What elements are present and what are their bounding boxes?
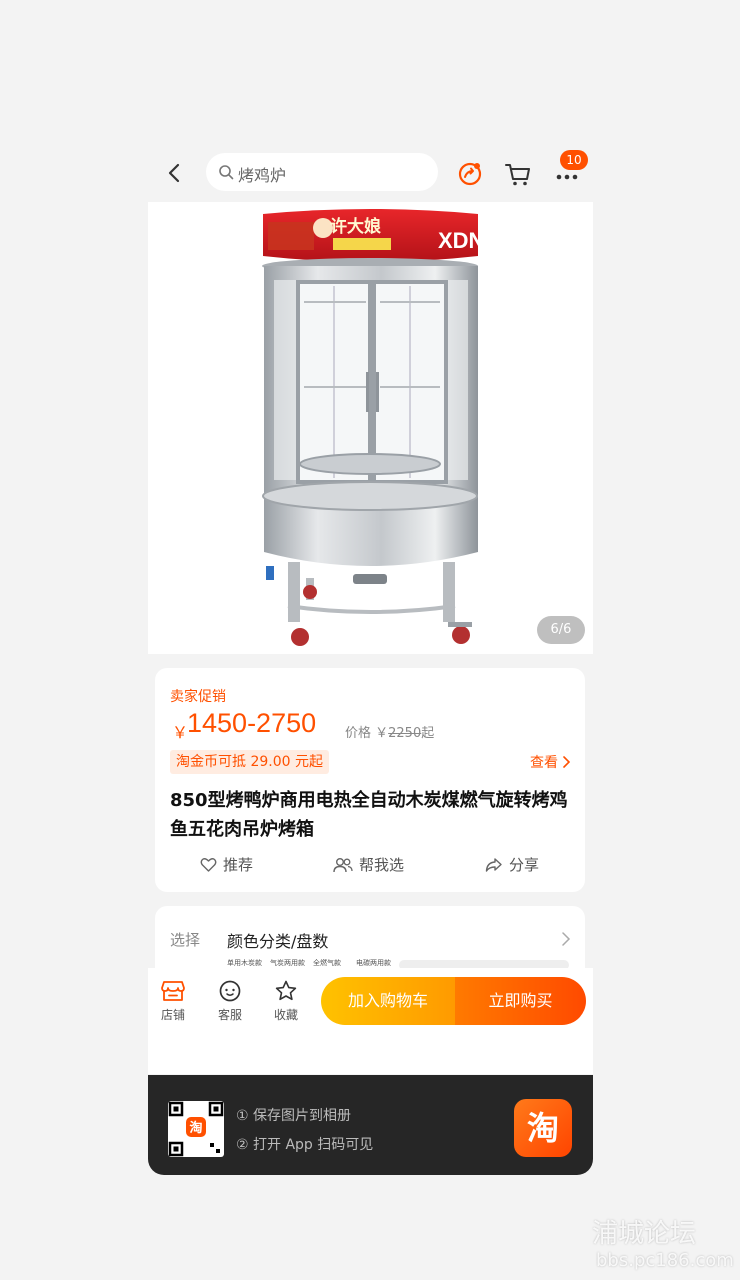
image-counter: 6/6 bbox=[537, 616, 585, 644]
original-price-value: 2250 bbox=[388, 726, 422, 741]
instruction-step-1: ① 保存图片到相册 bbox=[236, 1108, 352, 1124]
watermark-text: 浦城论坛 bbox=[592, 1219, 697, 1249]
product-image[interactable]: 许大娘 XDN 6/6 bbox=[148, 202, 593, 654]
coin-offer-tag: 淘金币可抵 29.00 元起 bbox=[170, 750, 329, 774]
taobao-app-logo: 淘 bbox=[514, 1099, 572, 1157]
cart-icon[interactable] bbox=[504, 160, 532, 188]
store-label: 店铺 bbox=[160, 1008, 185, 1022]
favorite-label: 收藏 bbox=[273, 1008, 298, 1022]
qr-pattern: 淘 bbox=[168, 1101, 224, 1157]
promo-label: 卖家促销 bbox=[170, 689, 226, 705]
original-price: 价格 ￥2250起 bbox=[345, 722, 434, 741]
sku-thumb[interactable]: 电碳两用款 bbox=[356, 958, 391, 968]
share-label: 分享 bbox=[509, 856, 540, 874]
recommend-button[interactable]: 推荐 bbox=[200, 854, 253, 875]
recommend-label: 推荐 bbox=[223, 856, 254, 874]
chevron-right-icon bbox=[563, 756, 570, 768]
chevron-right-icon bbox=[562, 932, 571, 946]
select-label: 选择 bbox=[170, 931, 201, 949]
buy-now-button[interactable]: 立即购买 bbox=[455, 977, 586, 1025]
heart-icon bbox=[200, 857, 217, 872]
price-info-card: 卖家促销 ￥ 1450-2750 价格 ￥2250起 淘金币可抵 29.00 元… bbox=[155, 668, 585, 892]
price-range: 1450-2750 bbox=[187, 708, 317, 738]
currency-symbol: ￥ bbox=[172, 723, 189, 742]
store-icon bbox=[161, 981, 185, 1001]
product-actions: 推荐 帮我选 分享 bbox=[155, 854, 585, 878]
view-offer-link[interactable]: 查看 bbox=[530, 752, 570, 772]
service-label: 客服 bbox=[217, 1008, 242, 1022]
people-icon bbox=[333, 857, 353, 872]
service-icon bbox=[219, 980, 241, 1002]
service-tab[interactable]: 客服 bbox=[207, 980, 253, 1023]
select-value: 颜色分类/盘数 bbox=[227, 932, 329, 951]
roaster-illustration: 许大娘 XDN bbox=[262, 209, 484, 646]
share-button[interactable]: 分享 bbox=[485, 854, 539, 875]
help-choose-button[interactable]: 帮我选 bbox=[333, 854, 404, 875]
sku-thumb[interactable]: 单用木炭款 bbox=[227, 958, 262, 968]
product-title: 850型烤鸭炉商用电热全自动木炭煤燃气旋转烤鸡鱼五花肉吊炉烤箱 bbox=[170, 790, 568, 840]
share-icon[interactable] bbox=[456, 160, 484, 188]
favorite-tab[interactable]: 收藏 bbox=[263, 980, 309, 1023]
sku-thumb[interactable]: 全燃气款 bbox=[313, 958, 341, 968]
qr-code: 淘 bbox=[168, 1101, 224, 1157]
original-price-suffix: 起 bbox=[421, 726, 435, 741]
instruction-step-2: ② 打开 App 扫码可见 bbox=[236, 1137, 374, 1153]
watermark-url: bbs.pc186.com bbox=[596, 1250, 734, 1271]
original-price-prefix: 价格 ￥ bbox=[345, 726, 389, 741]
add-to-cart-button[interactable]: 加入购物车 bbox=[321, 977, 455, 1025]
search-input[interactable]: 烤鸡炉 bbox=[206, 153, 438, 191]
search-text: 烤鸡炉 bbox=[238, 166, 287, 185]
sku-thumb[interactable]: 气炭两用款 bbox=[270, 958, 305, 968]
sign-letters: XDN bbox=[438, 228, 484, 253]
cart-badge: 10 bbox=[560, 150, 588, 170]
sign-brand: 许大娘 bbox=[330, 216, 381, 237]
back-arrow-icon[interactable] bbox=[164, 162, 186, 184]
bottom-action-bar: 店铺 客服 收藏 加入购物车 立即购买 bbox=[148, 968, 593, 1074]
app-download-footer: 淘 ① 保存图片到相册 ② 打开 App 扫码可见 淘 bbox=[148, 1075, 593, 1175]
help-choose-label: 帮我选 bbox=[359, 856, 405, 874]
search-icon bbox=[219, 165, 234, 180]
share-arrow-icon bbox=[485, 857, 502, 872]
qr-logo-char: 淘 bbox=[189, 1120, 202, 1136]
top-nav-bar: 烤鸡炉 10 bbox=[148, 148, 593, 200]
store-tab[interactable]: 店铺 bbox=[150, 980, 196, 1023]
view-offer-label: 查看 bbox=[530, 755, 558, 771]
star-icon bbox=[275, 980, 297, 1001]
